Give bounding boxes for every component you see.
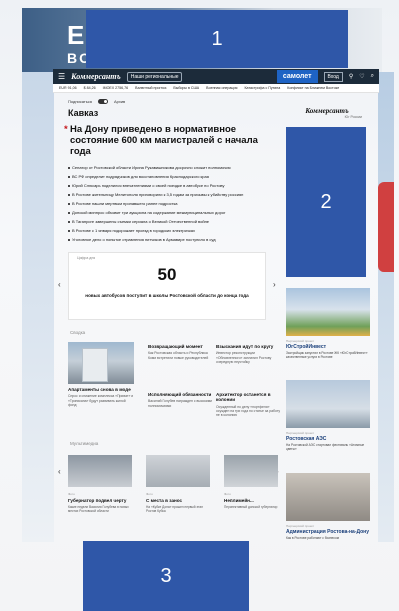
login-button[interactable]: Вход <box>323 71 343 82</box>
sponsor-banner[interactable]: самолет <box>276 70 318 83</box>
subscribe-toggle[interactable] <box>97 98 108 104</box>
ticker-item[interactable]: EUR 91,06 <box>59 86 77 90</box>
rubric-title[interactable]: Кавказ <box>68 108 278 118</box>
card-image <box>286 288 370 336</box>
list-item[interactable]: ВС РФ определит подрядчиков для восстано… <box>68 172 280 181</box>
branding-side-left[interactable] <box>22 72 54 542</box>
multimedia-carousel: Фото Губернатор подвел черту Какие недел… <box>68 455 278 535</box>
ticker-item[interactable]: Военная операция <box>206 86 237 90</box>
list-item[interactable]: В Ростове с 1 января подорожает проезд в… <box>68 226 280 235</box>
news-item[interactable]: Исполняющий обязанности Василий Голубев … <box>148 392 214 408</box>
ticker-item[interactable]: Конфликт на Ближнем Востоке <box>287 86 339 90</box>
bookmark-icon[interactable]: ♡ <box>359 73 364 80</box>
right-brand-sub: Юг России <box>344 115 362 119</box>
ticker-item[interactable]: $ 84,26 <box>84 86 96 90</box>
list-item[interactable]: В Ростове жительницу Мелитополя приговор… <box>68 190 280 199</box>
site-header: ☰ Коммерсантъ Наши региональные самолет … <box>53 69 379 84</box>
menu-icon[interactable]: ☰ <box>58 72 65 81</box>
card-image <box>224 455 278 487</box>
multimedia-card[interactable]: Фото Неплимейн... Перспективный донской … <box>224 455 278 509</box>
carousel-next-icon[interactable]: › <box>273 280 276 289</box>
card-image <box>286 473 370 521</box>
highlight-star-icon: * <box>64 124 68 135</box>
ad-slot-3[interactable]: 3 <box>83 541 249 611</box>
multimedia-card[interactable]: Фото Губернатор подвел черту Какие недел… <box>68 455 132 513</box>
list-item[interactable]: Уголовное дело о попытке отравления питч… <box>68 235 280 244</box>
branding-side-right[interactable] <box>378 72 394 542</box>
news-list: Сенатор от Ростовской области Ирина Рука… <box>68 163 280 244</box>
ad-slot-2[interactable]: 2 <box>286 127 366 277</box>
partner-card[interactable]: Партнерский проект Ростовская АЭС На Рос… <box>286 380 370 451</box>
site-logo[interactable]: Коммерсантъ <box>71 72 121 81</box>
multimedia-prev-icon[interactable]: ‹ <box>58 467 61 476</box>
news-item[interactable]: Возвращающий момент Как Ростовская облас… <box>148 344 214 360</box>
card-image <box>68 455 132 487</box>
figure-caption: новых автобусов поступит в школы Ростовс… <box>85 293 249 298</box>
list-item[interactable]: В Таганроге завершены съемки сериала о В… <box>68 217 280 226</box>
list-item[interactable]: Донской минпрос объявит три аукциона на … <box>68 208 280 217</box>
figure-of-day-card[interactable]: Цифра дня 50 новых автобусов поступит в … <box>68 252 266 320</box>
news-item[interactable]: Архитектор останется в колонии Осужденны… <box>216 392 282 417</box>
main-column: Подписаться Архив Кавказ * На Дону приве… <box>56 96 278 244</box>
right-brand-logo[interactable]: Коммерсантъ <box>284 107 370 115</box>
ticker-item[interactable]: Катастрофа с Путина <box>244 86 280 90</box>
news-grid: Апартаменты снова в моде Спрос и снижени… <box>68 342 280 432</box>
regions-button[interactable]: Наши региональные <box>126 71 183 82</box>
news-item[interactable]: Взыскания идут по кругу Инвестор реконст… <box>216 344 282 364</box>
lead-headline[interactable]: * На Дону приведено в нормативное состоя… <box>64 124 275 157</box>
ticker-bar: EUR 91,06 $ 84,26 IMOEX 2756,76 Валютный… <box>53 84 379 93</box>
figure-tag: Цифра дня <box>77 256 96 260</box>
carousel-prev-icon[interactable]: ‹ <box>58 280 61 289</box>
partner-card[interactable]: Партнерский проект Администрация Ростова… <box>286 473 370 540</box>
news-item[interactable]: Апартаменты снова в моде Спрос и снижени… <box>68 387 134 407</box>
card-image <box>286 380 370 428</box>
car-image <box>378 182 394 272</box>
figure-value: 50 <box>157 265 177 284</box>
section-title: Сводка <box>70 330 86 335</box>
search-icon[interactable]: ⌕ <box>371 73 374 80</box>
ticker-item[interactable]: Выборы в США <box>173 86 199 90</box>
news-photo[interactable] <box>68 342 134 384</box>
meta-row: Подписаться Архив <box>68 96 278 106</box>
right-column: Коммерсантъ Юг России <box>284 107 370 119</box>
subscribe-label[interactable]: Подписаться <box>68 99 92 104</box>
section-title: Мультимедиа <box>70 441 99 446</box>
list-item[interactable]: Сенатор от Ростовской области Ирина Рука… <box>68 163 280 172</box>
location-icon[interactable]: ⚲ <box>349 73 353 80</box>
building-image <box>82 348 108 382</box>
ticker-item[interactable]: Валютный прогноз <box>135 86 166 90</box>
ticker-item[interactable]: IMOEX 2756,76 <box>103 86 129 90</box>
card-image <box>146 455 210 487</box>
ad-slot-1[interactable]: 1 <box>86 10 348 68</box>
multimedia-card[interactable]: Фото С места в занос На «Кубке Дона» про… <box>146 455 210 513</box>
partner-card[interactable]: Партнерский проект ЮгСтройИнвест Застрой… <box>286 288 370 359</box>
list-item[interactable]: Юрий Слюсарь поделился впечатлениями о с… <box>68 181 280 190</box>
archive-link[interactable]: Архив <box>114 99 125 104</box>
list-item[interactable]: В Ростове нашли мертвым пропавшего ранее… <box>68 199 280 208</box>
